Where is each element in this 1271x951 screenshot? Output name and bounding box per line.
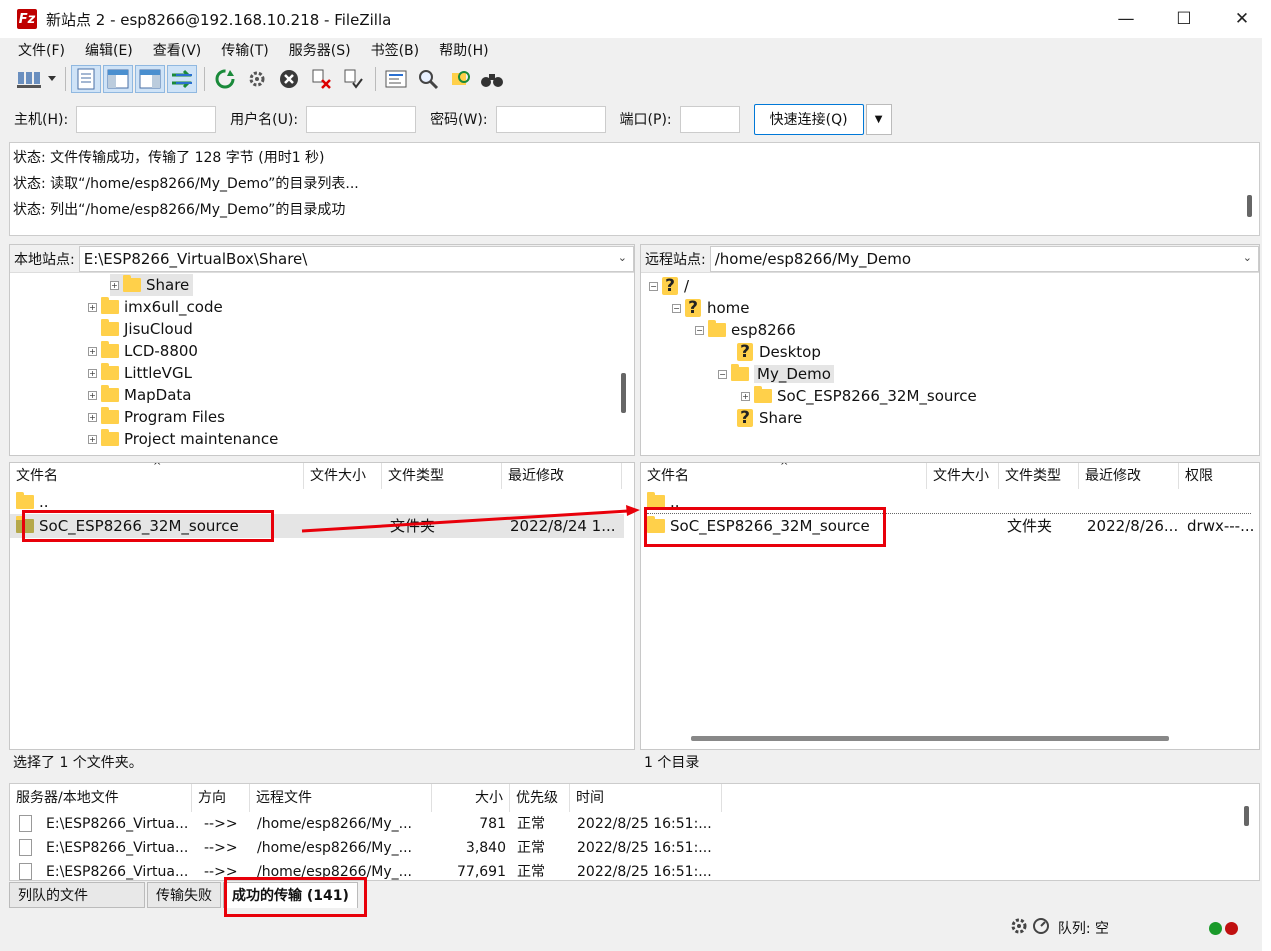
- annotation-arrow: [301, 505, 640, 533]
